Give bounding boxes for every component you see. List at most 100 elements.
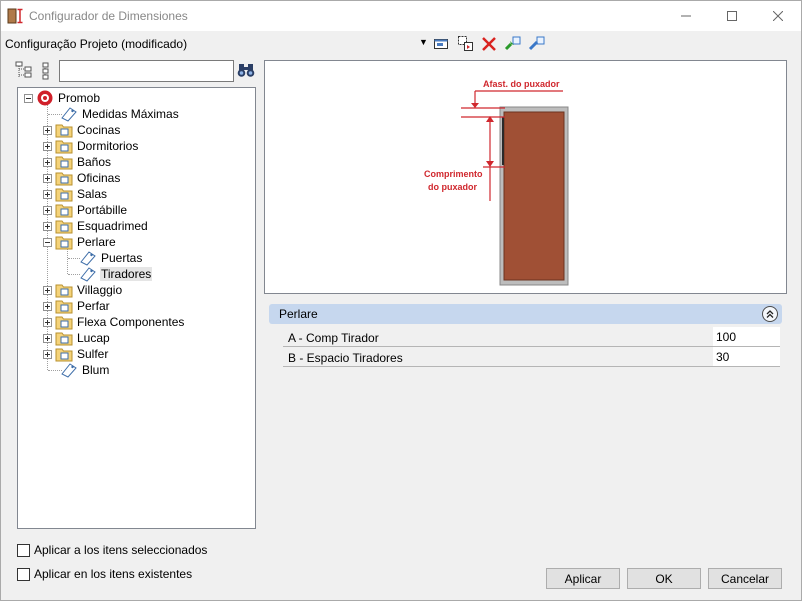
folder-icon [55, 172, 73, 186]
property-value-input[interactable] [713, 347, 780, 366]
property-value-input[interactable] [713, 327, 780, 346]
delete-icon[interactable] [480, 35, 498, 53]
tree-node-dormitorios[interactable]: Dormitorios [43, 138, 139, 154]
folder-icon [55, 124, 73, 138]
collapse-section-button[interactable] [762, 306, 778, 322]
folder-icon [55, 348, 73, 362]
folder-icon [55, 284, 73, 298]
dialog-window: Configurador de Dimensiones Configuração… [0, 0, 802, 601]
tree-node-label-selected: Tiradores [100, 267, 153, 281]
maximize-icon [727, 11, 737, 21]
configuration-toolbar: Configuração Projeto (modificado) ▼ [1, 33, 801, 55]
tree-node-label: Flexa Componentes [77, 315, 185, 329]
expand-toggle[interactable] [43, 285, 52, 295]
expand-tree-icon[interactable] [39, 61, 57, 81]
minimize-icon [681, 15, 691, 17]
category-tree[interactable]: Promob Medidas Máximas Cocinas Dormitori… [17, 87, 256, 529]
dimension-preview: Afast. do puxador Comprimento do puxador [264, 60, 787, 294]
apply-existing-checkbox[interactable] [17, 567, 30, 581]
tree-node-cocinas[interactable]: Cocinas [43, 122, 121, 138]
apply-selected-option[interactable]: Aplicar a los itens seleccionados [17, 542, 207, 558]
configuration-label: Configuração Projeto (modificado) [5, 37, 188, 51]
promob-logo-icon [37, 90, 53, 106]
export-icon[interactable] [504, 35, 522, 53]
length-annotation-label-line2: do puxador [428, 182, 477, 192]
expand-toggle[interactable] [43, 317, 52, 327]
property-name: B - Espacio Tiradores [288, 351, 403, 365]
tree-node-label: Puertas [101, 251, 143, 265]
expand-toggle[interactable] [43, 349, 52, 359]
tag-icon [61, 363, 77, 378]
tree-node-medidas-maximas[interactable]: Medidas Máximas [60, 106, 180, 122]
tag-icon [80, 267, 96, 282]
maximize-button[interactable] [709, 1, 755, 31]
expand-toggle[interactable] [43, 301, 52, 311]
expand-toggle[interactable] [43, 125, 52, 135]
ok-button[interactable]: OK [627, 568, 701, 589]
expand-toggle[interactable] [43, 173, 52, 183]
apply-selected-label: Aplicar a los itens seleccionados [34, 543, 208, 557]
expand-toggle[interactable] [43, 157, 52, 167]
tree-search-input[interactable] [59, 60, 234, 82]
collapse-toggle[interactable] [24, 93, 33, 103]
tree-node-sulfer[interactable]: Sulfer [43, 346, 109, 362]
section-title: Perlare [279, 307, 318, 321]
apply-button[interactable]: Aplicar [546, 568, 620, 589]
expand-toggle[interactable] [43, 141, 52, 151]
tree-node-label: Portábille [77, 203, 128, 217]
apply-selected-checkbox[interactable] [17, 543, 30, 557]
tree-node-label: Perfar [77, 299, 110, 313]
tree-node-puertas[interactable]: Puertas [79, 250, 143, 266]
tree-node-flexa-componentes[interactable]: Flexa Componentes [43, 314, 185, 330]
door-handle-diagram: Afast. do puxador Comprimento do puxador [424, 79, 569, 286]
tree-node-esquadrimed[interactable]: Esquadrimed [43, 218, 149, 234]
tree-node-label: Dormitorios [77, 139, 139, 153]
tree-node-banos[interactable]: Baños [43, 154, 112, 170]
tree-node-label: Medidas Máximas [82, 107, 179, 121]
close-button[interactable] [755, 1, 801, 31]
tree-node-blum[interactable]: Blum [60, 362, 110, 378]
folder-icon [55, 236, 73, 250]
folder-icon [55, 204, 73, 218]
tag-icon [61, 107, 77, 122]
import-icon[interactable] [528, 35, 546, 53]
tree-node-perfar[interactable]: Perfar [43, 298, 111, 314]
property-row-espacio-tiradores: B - Espacio Tiradores [283, 347, 780, 367]
property-row-comp-tirador: A - Comp Tirador [283, 327, 780, 347]
length-annotation-label-line1: Comprimento [424, 169, 483, 179]
copy-icon[interactable] [457, 35, 475, 53]
folder-icon [55, 188, 73, 202]
binoculars-search-icon[interactable] [237, 62, 255, 78]
configuration-dropdown-arrow[interactable]: ▼ [419, 37, 428, 47]
tree-node-label: Salas [77, 187, 108, 201]
folder-icon [55, 220, 73, 234]
select-window-icon[interactable] [433, 35, 451, 53]
apply-existing-option[interactable]: Aplicar en los itens existentes [17, 566, 192, 582]
tree-node-promob[interactable]: Promob [24, 90, 101, 106]
folder-icon [55, 316, 73, 330]
tree-node-label: Baños [77, 155, 112, 169]
tree-node-lucap[interactable]: Lucap [43, 330, 111, 346]
tree-node-tiradores[interactable]: Tiradores [79, 266, 153, 282]
tree-node-villaggio[interactable]: Villaggio [43, 282, 123, 298]
offset-annotation-label: Afast. do puxador [483, 79, 560, 89]
collapse-tree-icon[interactable] [15, 61, 33, 81]
tree-node-label: Promob [58, 91, 101, 105]
expand-toggle[interactable] [43, 221, 52, 231]
expand-toggle[interactable] [43, 189, 52, 199]
cancel-button[interactable]: Cancelar [708, 568, 782, 589]
title-bar: Configurador de Dimensiones [1, 1, 801, 31]
collapse-toggle[interactable] [43, 237, 52, 247]
tree-node-portabille[interactable]: Portábille [43, 202, 128, 218]
tree-node-perlare[interactable]: Perlare [43, 234, 117, 250]
tree-node-oficinas[interactable]: Oficinas [43, 170, 121, 186]
tree-node-label: Perlare [77, 235, 116, 249]
expand-toggle[interactable] [43, 205, 52, 215]
expand-toggle[interactable] [43, 333, 52, 343]
tree-node-salas[interactable]: Salas [43, 186, 108, 202]
properties-section-header[interactable]: Perlare [269, 304, 782, 324]
tree-node-label: Cocinas [77, 123, 121, 137]
minimize-button[interactable] [663, 1, 709, 31]
window-title: Configurador de Dimensiones [29, 9, 188, 23]
tree-node-label: Esquadrimed [77, 219, 148, 233]
